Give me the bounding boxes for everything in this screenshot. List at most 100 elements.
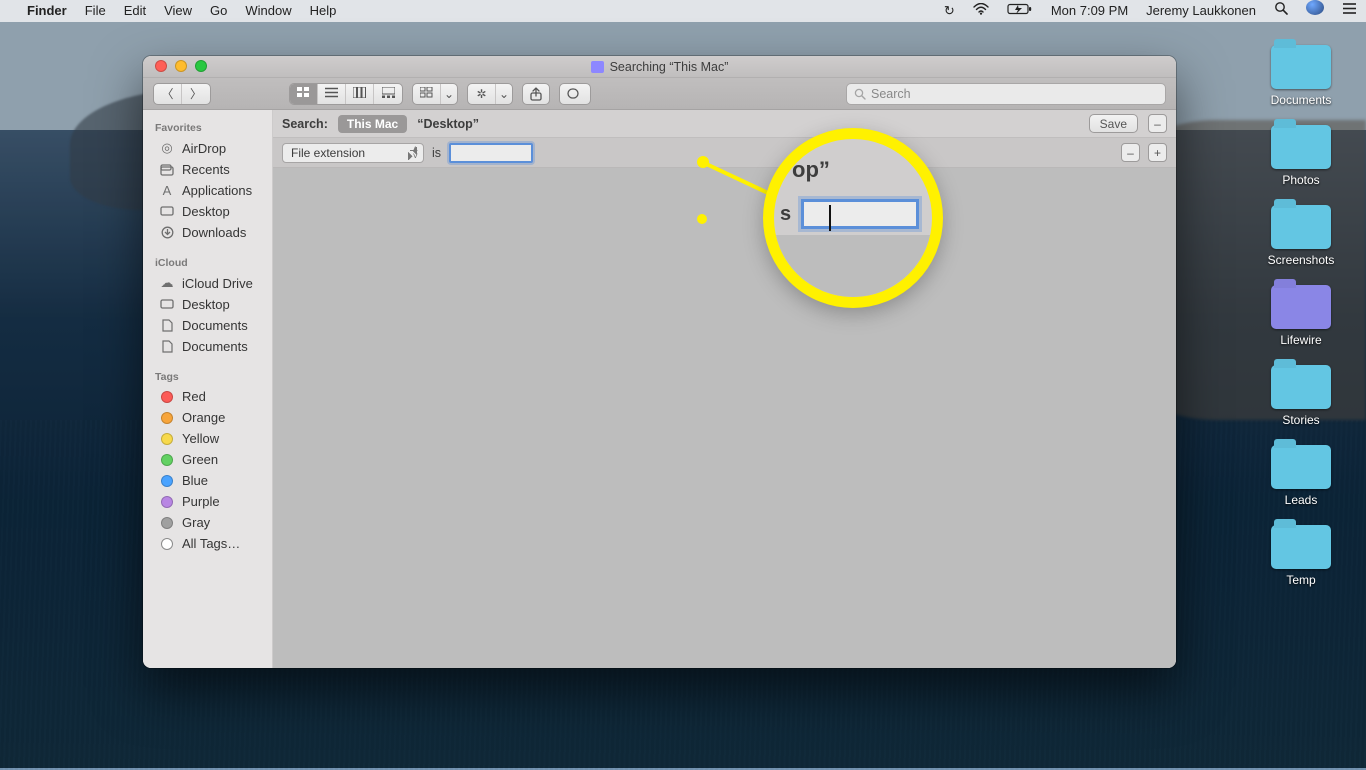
sidebar-favorites-header: Favorites xyxy=(143,118,272,137)
finder-sidebar: Favorites ◎AirDrop Recents AApplications… xyxy=(143,110,273,668)
sidebar-item-airdrop[interactable]: ◎AirDrop xyxy=(143,137,272,159)
sidebar-item-icloud-drive[interactable]: ☁︎iCloud Drive xyxy=(143,272,272,294)
sidebar-tags-header: Tags xyxy=(143,367,272,386)
tag-dot-icon xyxy=(159,391,175,403)
desktop-icons: Documents Photos Screenshots Lifewire St… xyxy=(1254,45,1348,587)
window-traffic-lights xyxy=(155,60,207,72)
criteria-value-input[interactable] xyxy=(449,143,533,163)
menu-window[interactable]: Window xyxy=(236,0,300,22)
save-search-button[interactable]: Save xyxy=(1089,114,1138,133)
menu-go[interactable]: Go xyxy=(201,0,236,22)
finder-content: Search: This Mac “Desktop” Save – File e… xyxy=(273,110,1176,668)
desktop-folder-stories[interactable]: Stories xyxy=(1271,365,1331,427)
desktop-folder-leads[interactable]: Leads xyxy=(1271,445,1331,507)
close-button[interactable] xyxy=(155,60,167,72)
sidebar-item-label: AirDrop xyxy=(182,141,226,156)
spotlight-icon[interactable] xyxy=(1265,0,1297,22)
chevrons-icon: ˄˅ xyxy=(413,146,418,160)
menubar-user[interactable]: Jeremy Laukkonen xyxy=(1137,0,1265,22)
sidebar-item-icloud-documents[interactable]: Documents xyxy=(143,315,272,336)
view-list-button[interactable] xyxy=(318,84,346,104)
tag-dot-icon xyxy=(159,412,175,424)
view-column-button[interactable] xyxy=(346,84,374,104)
desktop-folder-temp[interactable]: Temp xyxy=(1271,525,1331,587)
magnifier-header-fragment: op” xyxy=(792,157,932,183)
menu-file[interactable]: File xyxy=(76,0,115,22)
app-name[interactable]: Finder xyxy=(18,0,76,22)
sidebar-tag-blue[interactable]: Blue xyxy=(143,470,272,491)
recents-icon xyxy=(159,164,175,176)
group-by-menu[interactable]: ⌄ xyxy=(412,83,458,105)
sidebar-item-downloads[interactable]: Downloads xyxy=(143,222,272,243)
criteria-operator: is xyxy=(432,146,441,160)
sidebar-tag-orange[interactable]: Orange xyxy=(143,407,272,428)
magnifier-value-input[interactable] xyxy=(801,199,919,229)
sidebar-item-label: Gray xyxy=(182,515,210,530)
desktop-folder-photos[interactable]: Photos xyxy=(1271,125,1331,187)
sidebar-item-label: Downloads xyxy=(182,225,246,240)
menu-view[interactable]: View xyxy=(155,0,201,22)
sidebar-tag-red[interactable]: Red xyxy=(143,386,272,407)
sidebar-item-icloud-desktop[interactable]: Desktop xyxy=(143,294,272,315)
group-by-icon xyxy=(413,84,441,104)
sidebar-item-label: Yellow xyxy=(182,431,219,446)
folder-label: Lifewire xyxy=(1280,333,1321,347)
battery-icon[interactable] xyxy=(998,0,1042,22)
applications-icon: A xyxy=(159,183,175,198)
sidebar-item-label: Documents xyxy=(182,339,248,354)
tag-dot-icon xyxy=(159,475,175,487)
menu-edit[interactable]: Edit xyxy=(115,0,155,22)
tag-dot-icon xyxy=(159,454,175,466)
sidebar-all-tags[interactable]: All Tags… xyxy=(143,533,272,554)
search-placeholder: Search xyxy=(871,87,911,101)
wifi-icon[interactable] xyxy=(964,0,998,22)
dropdown-value: File extension xyxy=(291,146,365,160)
documents-icon xyxy=(159,340,175,353)
action-menu[interactable]: ✲ ⌄ xyxy=(467,83,513,105)
siri-icon[interactable] xyxy=(1297,0,1333,22)
forward-button[interactable]: 〉 xyxy=(182,84,210,104)
window-title: Searching “This Mac” xyxy=(591,60,729,74)
remove-search-button[interactable]: – xyxy=(1148,114,1167,133)
desktop-folder-lifewire[interactable]: Lifewire xyxy=(1271,285,1331,347)
criteria-attribute-dropdown[interactable]: File extension ˄˅ xyxy=(282,143,424,163)
scope-this-mac[interactable]: This Mac xyxy=(338,115,407,133)
search-criteria-row: File extension ˄˅ is – + xyxy=(273,138,1176,168)
menubar-clock[interactable]: Mon 7:09 PM xyxy=(1042,0,1137,22)
sidebar-icloud-header: iCloud xyxy=(143,253,272,272)
documents-icon xyxy=(159,319,175,332)
window-title-text: Searching “This Mac” xyxy=(610,60,729,74)
callout-dot xyxy=(697,156,709,168)
search-scope-bar: Search: This Mac “Desktop” Save – xyxy=(273,110,1176,138)
cloud-icon: ☁︎ xyxy=(159,275,175,291)
sidebar-tag-yellow[interactable]: Yellow xyxy=(143,428,272,449)
sidebar-item-applications[interactable]: AApplications xyxy=(143,180,272,201)
minimize-button[interactable] xyxy=(175,60,187,72)
view-gallery-button[interactable] xyxy=(374,84,402,104)
menu-help[interactable]: Help xyxy=(301,0,346,22)
back-button[interactable]: 〈 xyxy=(154,84,182,104)
sidebar-tag-green[interactable]: Green xyxy=(143,449,272,470)
tags-button[interactable] xyxy=(559,83,591,105)
scope-desktop[interactable]: “Desktop” xyxy=(417,117,479,131)
desktop-folder-documents[interactable]: Documents xyxy=(1271,45,1332,107)
add-criteria-button[interactable]: + xyxy=(1148,143,1167,162)
zoom-button[interactable] xyxy=(195,60,207,72)
sidebar-item-desktop[interactable]: Desktop xyxy=(143,201,272,222)
remove-criteria-button[interactable]: – xyxy=(1121,143,1140,162)
notification-center-icon[interactable] xyxy=(1333,0,1366,22)
sidebar-tag-gray[interactable]: Gray xyxy=(143,512,272,533)
sidebar-item-label: Desktop xyxy=(182,204,230,219)
time-machine-icon[interactable]: ↻ xyxy=(935,0,964,22)
desktop-folder-screenshots[interactable]: Screenshots xyxy=(1268,205,1335,267)
sidebar-item-label: All Tags… xyxy=(182,536,240,551)
share-button[interactable] xyxy=(522,83,550,105)
window-titlebar[interactable]: Searching “This Mac” xyxy=(143,56,1176,78)
view-icon-button[interactable] xyxy=(290,84,318,104)
folder-label: Screenshots xyxy=(1268,253,1335,267)
sidebar-tag-purple[interactable]: Purple xyxy=(143,491,272,512)
sidebar-item-icloud-documents-2[interactable]: Documents xyxy=(143,336,272,357)
finder-search-field[interactable]: Search xyxy=(846,83,1166,105)
sidebar-item-recents[interactable]: Recents xyxy=(143,159,272,180)
magnifier-results-area xyxy=(774,235,932,297)
